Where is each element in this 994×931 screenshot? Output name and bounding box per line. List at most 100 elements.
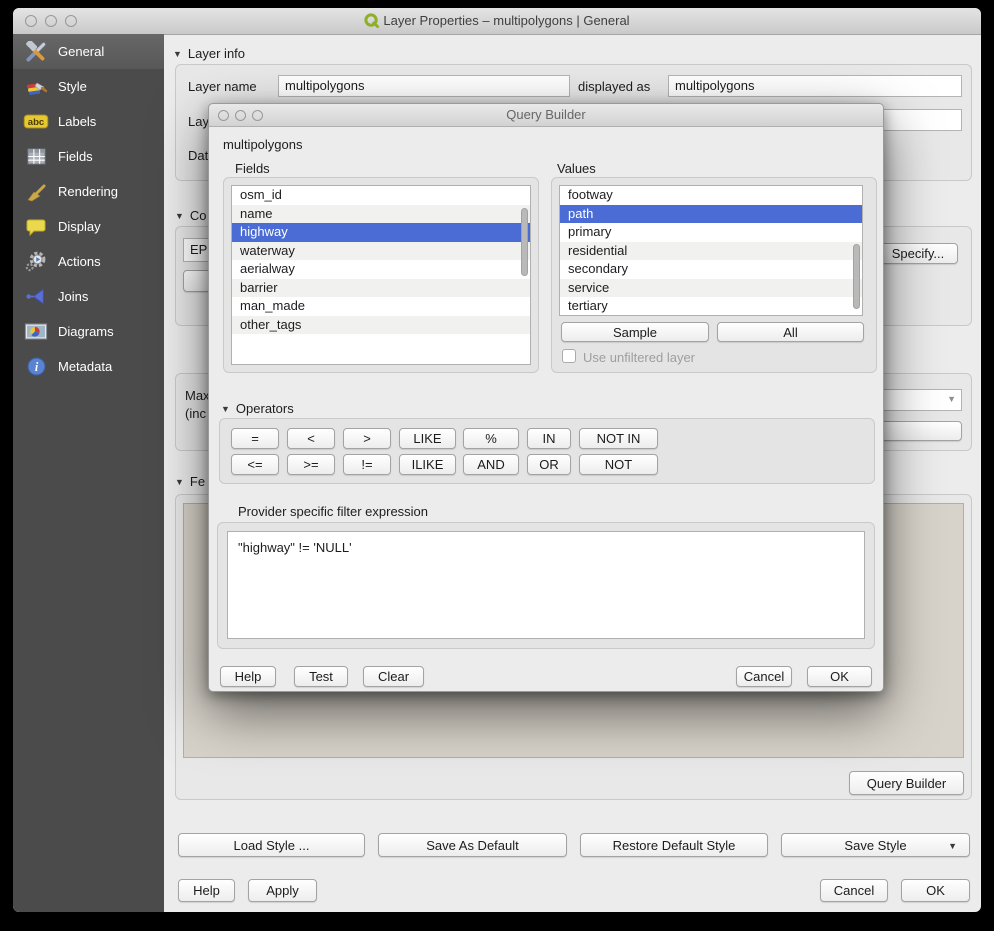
- sidebar-item-general[interactable]: General: [13, 34, 164, 69]
- load-style-button[interactable]: Load Style ...: [178, 833, 365, 857]
- paintbrush-icon: [23, 77, 49, 97]
- sidebar-item-label: Style: [58, 79, 87, 94]
- layer-info-disclosure[interactable]: Layer info: [173, 46, 245, 61]
- fields-list: osm_id name highway waterway aerialway b…: [231, 185, 531, 365]
- value-item[interactable]: secondary: [560, 260, 862, 279]
- value-item[interactable]: primary: [560, 223, 862, 242]
- operator-or-button[interactable]: OR: [527, 454, 571, 475]
- window-titlebar[interactable]: Layer Properties – multipolygons | Gener…: [13, 8, 981, 35]
- field-item[interactable]: aerialway: [232, 260, 530, 279]
- save-style-dropdown-button[interactable]: Save Style: [781, 833, 970, 857]
- operator-percent-button[interactable]: %: [463, 428, 519, 449]
- datasource-label: multipolygons: [223, 137, 303, 152]
- layer-name-input[interactable]: multipolygons: [278, 75, 570, 97]
- values-label: Values: [557, 161, 596, 176]
- operator-neq-button[interactable]: !=: [343, 454, 391, 475]
- operator-equals-button[interactable]: =: [231, 428, 279, 449]
- fields-scrollbar[interactable]: [521, 208, 528, 276]
- sidebar-item-labels[interactable]: abc Labels: [13, 104, 164, 139]
- help-button[interactable]: Help: [178, 879, 235, 902]
- dialog-help-button[interactable]: Help: [220, 666, 276, 687]
- sidebar-item-label: Labels: [58, 114, 96, 129]
- value-item-selected[interactable]: path: [560, 205, 862, 224]
- data-source-encoding-label: Dat: [188, 148, 208, 163]
- sidebar-item-actions[interactable]: Actions: [13, 244, 164, 279]
- pie-chart-icon: [23, 322, 49, 341]
- operator-lte-button[interactable]: <=: [231, 454, 279, 475]
- operator-in-button[interactable]: IN: [527, 428, 571, 449]
- field-item[interactable]: other_tags: [232, 316, 530, 335]
- operator-not-button[interactable]: NOT: [579, 454, 658, 475]
- value-item[interactable]: tertiary: [560, 297, 862, 316]
- sidebar-item-fields[interactable]: Fields: [13, 139, 164, 174]
- operators-disclosure[interactable]: Operators: [221, 401, 294, 416]
- sidebar-item-label: Fields: [58, 149, 93, 164]
- all-button[interactable]: All: [717, 322, 864, 342]
- restore-default-style-button[interactable]: Restore Default Style: [580, 833, 768, 857]
- sidebar-item-style[interactable]: Style: [13, 69, 164, 104]
- use-unfiltered-layer-label: Use unfiltered layer: [583, 350, 695, 365]
- properties-sidebar: General Style abc Labels Fields Renderin…: [13, 34, 164, 912]
- maximum-label: Max: [185, 388, 210, 403]
- operator-gte-button[interactable]: >=: [287, 454, 335, 475]
- operator-ilike-button[interactable]: ILIKE: [399, 454, 456, 475]
- sidebar-item-diagrams[interactable]: Diagrams: [13, 314, 164, 349]
- use-unfiltered-layer-checkbox[interactable]: [562, 349, 576, 363]
- filter-expression-textarea[interactable]: "highway" != 'NULL': [227, 531, 865, 639]
- field-item[interactable]: man_made: [232, 297, 530, 316]
- sidebar-item-label: Diagrams: [58, 324, 114, 339]
- dialog-ok-button[interactable]: OK: [807, 666, 872, 687]
- brush-icon: [23, 182, 49, 202]
- operator-gt-button[interactable]: >: [343, 428, 391, 449]
- operator-like-button[interactable]: LIKE: [399, 428, 456, 449]
- abc-tag-icon: abc: [23, 113, 49, 130]
- field-item[interactable]: waterway: [232, 242, 530, 261]
- operator-not-in-button[interactable]: NOT IN: [579, 428, 658, 449]
- sidebar-item-label: Joins: [58, 289, 88, 304]
- sidebar-item-metadata[interactable]: i Metadata: [13, 349, 164, 384]
- layer-name-label: Layer name: [188, 79, 257, 94]
- layer-source-label: Lay: [188, 114, 209, 129]
- ok-button[interactable]: OK: [901, 879, 970, 902]
- sample-button[interactable]: Sample: [561, 322, 709, 342]
- dialog-clear-button[interactable]: Clear: [363, 666, 424, 687]
- fields-label: Fields: [235, 161, 270, 176]
- field-item-selected[interactable]: highway: [232, 223, 530, 242]
- operator-and-button[interactable]: AND: [463, 454, 519, 475]
- info-circle-icon: i: [23, 357, 49, 376]
- values-scrollbar[interactable]: [853, 244, 860, 309]
- crs-disclosure[interactable]: Co: [175, 208, 207, 223]
- sidebar-item-joins[interactable]: Joins: [13, 279, 164, 314]
- speech-bubble-icon: [23, 218, 49, 236]
- sidebar-item-label: Display: [58, 219, 101, 234]
- sidebar-item-label: Metadata: [58, 359, 112, 374]
- feature-subset-disclosure[interactable]: Fe: [175, 474, 205, 489]
- sidebar-item-label: Actions: [58, 254, 101, 269]
- sidebar-item-label: Rendering: [58, 184, 118, 199]
- sidebar-item-display[interactable]: Display: [13, 209, 164, 244]
- dialog-test-button[interactable]: Test: [294, 666, 348, 687]
- inclusive-label: (inc: [185, 406, 206, 421]
- sidebar-item-rendering[interactable]: Rendering: [13, 174, 164, 209]
- sidebar-item-label: General: [58, 44, 104, 59]
- field-item[interactable]: osm_id: [232, 186, 530, 205]
- dialog-title: Query Builder: [209, 107, 883, 122]
- save-as-default-button[interactable]: Save As Default: [378, 833, 567, 857]
- field-item[interactable]: barrier: [232, 279, 530, 298]
- value-item[interactable]: footway: [560, 186, 862, 205]
- field-item[interactable]: name: [232, 205, 530, 224]
- value-item[interactable]: residential: [560, 242, 862, 261]
- dialog-titlebar[interactable]: Query Builder: [209, 104, 883, 127]
- displayed-as-input[interactable]: multipolygons: [668, 75, 962, 97]
- operator-lt-button[interactable]: <: [287, 428, 335, 449]
- dialog-cancel-button[interactable]: Cancel: [736, 666, 792, 687]
- filter-expression-label: Provider specific filter expression: [238, 504, 428, 519]
- displayed-as-label: displayed as: [578, 79, 650, 94]
- qgis-logo-icon: [364, 13, 379, 28]
- query-builder-button[interactable]: Query Builder: [849, 771, 964, 795]
- cancel-button[interactable]: Cancel: [820, 879, 888, 902]
- svg-text:abc: abc: [28, 117, 45, 128]
- apply-button[interactable]: Apply: [248, 879, 317, 902]
- specify-crs-button[interactable]: Specify...: [878, 243, 958, 264]
- value-item[interactable]: service: [560, 279, 862, 298]
